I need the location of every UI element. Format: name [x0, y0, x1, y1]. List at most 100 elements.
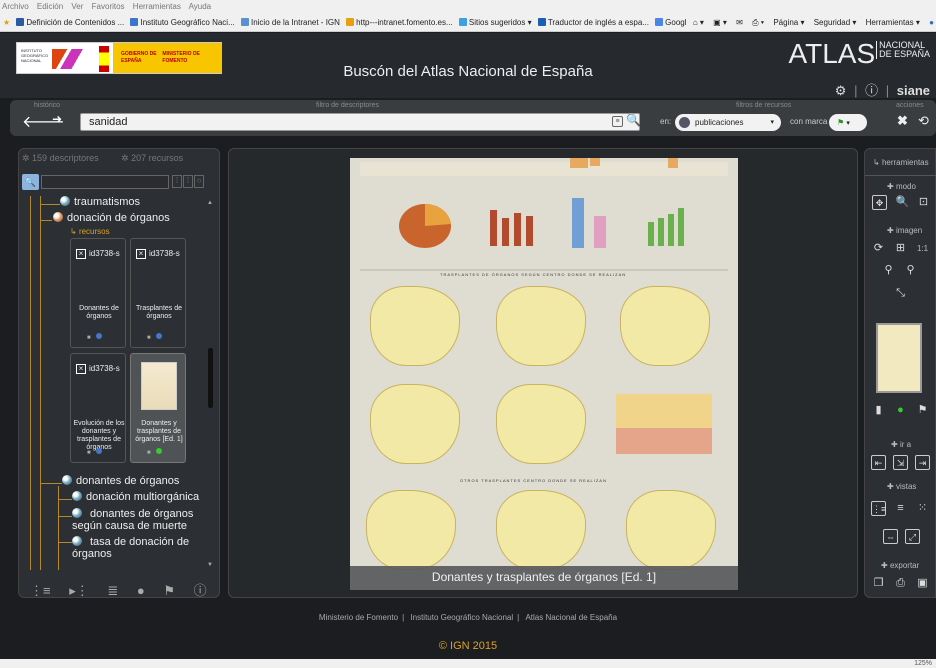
scale-label[interactable]: 1:1 [917, 244, 928, 253]
marca-select[interactable]: ⚑ ▾ [829, 114, 867, 131]
fav-link-5[interactable]: Traductor de inglés a espa... [537, 14, 649, 31]
tree-node-tasa[interactable]: tasa de donación de órganos [72, 536, 202, 560]
reload-icon[interactable]: ⟲ [918, 113, 929, 129]
recursos-link[interactable]: ↳ recursos [70, 227, 110, 236]
goto-last-icon[interactable]: ⇥ [915, 455, 930, 470]
help-icon[interactable]: ● [929, 18, 934, 27]
resource-card[interactable]: × id3738-s Donantes de órganos ■ [70, 238, 126, 348]
info-icon[interactable]: ⓘ [194, 583, 207, 598]
flag-mark-icon[interactable]: ⚑ [915, 403, 930, 418]
tools-menu[interactable]: Herramientas ▾ [866, 18, 920, 27]
feeds-icon[interactable]: ▣ ▾ [713, 18, 727, 27]
menu-archivo[interactable]: Archivo [2, 2, 29, 11]
list-icon[interactable]: ≣ [107, 583, 118, 598]
rotate-icon[interactable]: ⟳ [871, 241, 886, 256]
descriptors-count[interactable]: ✲ 159 descriptores [22, 153, 109, 163]
security-menu[interactable]: Seguridad ▾ [814, 18, 857, 27]
zoom-out-icon[interactable]: ⚲ [881, 263, 896, 278]
chevron-down-icon: ▾ [770, 119, 774, 126]
status-green-icon[interactable]: ● [893, 403, 908, 418]
fav-link-1[interactable]: Instituto Geográfico Naci... [130, 14, 235, 31]
tree-node-traumatismos[interactable]: traumatismos [60, 196, 140, 208]
footer-link-ign[interactable]: Instituto Geográfico Nacional [410, 613, 513, 622]
info-icon[interactable]: ⓘ [865, 83, 878, 98]
menu-herramientas[interactable]: Herramientas [133, 2, 181, 11]
page-menu[interactable]: Página ▾ [773, 18, 804, 27]
list-view-icon[interactable]: ≡ [893, 501, 908, 516]
scroll-down-icon[interactable]: ▼ [207, 562, 213, 568]
tree-collapse-icon[interactable]: ▸⋮ [69, 583, 89, 598]
doc-map [370, 384, 460, 464]
favorites-star-icon[interactable]: ★ [3, 18, 10, 27]
pan-icon[interactable]: ✥ [872, 195, 887, 210]
tree-view-icon[interactable]: ⋮≡ [871, 501, 886, 516]
doc-map [626, 490, 716, 570]
goto-page-icon[interactable]: ⇲ [893, 455, 908, 470]
menu-ver[interactable]: Ver [71, 2, 83, 11]
fit-icon[interactable]: ⊡ [916, 195, 931, 210]
scrollbar-thumb[interactable] [208, 348, 213, 408]
tree-node-multiorganica[interactable]: donación multiorgánica [72, 491, 199, 503]
document-minimap[interactable] [876, 323, 922, 393]
print-icon[interactable]: ⎙ ▾ [752, 18, 764, 27]
search-icon[interactable]: 🔍 [626, 113, 641, 127]
home-icon[interactable]: ⌂ ▾ [693, 18, 704, 27]
fullscreen-icon[interactable]: ⤡ [893, 286, 908, 301]
save-icon[interactable]: ▣ [915, 576, 930, 591]
fav-link-0[interactable]: Definición de Contenidos ... [16, 14, 124, 31]
page-icon[interactable]: ▮ [871, 403, 886, 418]
resource-card[interactable]: × id3738-s Evolución de los donantes y tr… [70, 353, 126, 463]
tree-line [58, 542, 72, 543]
menu-ayuda[interactable]: Ayuda [189, 2, 212, 11]
tree-node-causa-muerte[interactable]: donantes de órganos según causa de muert… [72, 508, 212, 532]
grid-view-icon[interactable]: ⁙ [915, 501, 930, 516]
broken-image-icon: × [136, 249, 146, 259]
footer-link-atlas[interactable]: Atlas Nacional de España [525, 613, 617, 622]
resources-count[interactable]: ✲ 207 recursos [121, 153, 193, 163]
clear-search-icon[interactable]: ≡ [612, 116, 623, 127]
footer-link-fomento[interactable]: Ministerio de Fomento [319, 613, 398, 622]
zoom-tool-icon[interactable]: 🔍 [895, 195, 910, 210]
forward-arrow-icon[interactable]: ➜ [52, 112, 62, 126]
descriptor-open-icon [53, 212, 63, 222]
descriptor-filter-input[interactable] [41, 175, 169, 189]
filter-option-icon[interactable]: ○ [194, 175, 204, 188]
filter-option-icon[interactable]: ⁞ [172, 175, 182, 188]
tree-node-donacion[interactable]: donación de órganos [53, 212, 170, 224]
scope-select[interactable]: publicaciones ▾ [675, 114, 781, 131]
tree-node-donantes[interactable]: donantes de órganos [62, 475, 179, 487]
copy-icon[interactable]: ❐ [871, 576, 886, 591]
resource-card-selected[interactable]: Donantes y trasplantes de órganos [Ed. 1… [130, 353, 186, 463]
fav-link-3[interactable]: http---intranet.fomento.es... [346, 14, 453, 31]
modo-label: ✚ modo [887, 182, 916, 191]
doc-bar [658, 218, 664, 246]
fav-link-4[interactable]: Sitios sugeridos ▾ [458, 14, 532, 31]
document-page[interactable]: TRASPLANTES DE ÓRGANOS SEGÚN CENTRO DOND… [350, 158, 738, 590]
user-name[interactable]: siane [897, 83, 930, 98]
resource-card[interactable]: × id3738-s Trasplantes de órganos ■ [130, 238, 186, 348]
grid-icon[interactable]: ⊞ [893, 241, 908, 256]
expand-icon[interactable]: ⤢ [905, 529, 920, 544]
panel-counts: ✲ 159 descriptores ✲ 207 recursos [22, 153, 203, 164]
zoom-level[interactable]: 125% [914, 660, 932, 667]
menu-edicion[interactable]: Edición [37, 2, 63, 11]
fav-link-2[interactable]: Inicio de la Intranet - IGN [240, 14, 340, 31]
herramientas-header[interactable]: ↳ herramientas [873, 158, 929, 167]
goto-first-icon[interactable]: ⇤ [871, 455, 886, 470]
zoom-in-icon[interactable]: ⚲ [903, 263, 918, 278]
fit-width-icon[interactable]: ⇔ [883, 529, 898, 544]
globe-icon[interactable]: ● [137, 583, 145, 598]
filter-option-icon[interactable]: ⁞ [183, 175, 193, 188]
flag-mark-icon[interactable]: ⚑ [163, 583, 175, 598]
search-input[interactable]: sanidad [80, 113, 640, 131]
clear-all-icon[interactable]: ✖ [897, 113, 908, 129]
menu-favoritos[interactable]: Favoritos [92, 2, 125, 11]
gear-icon[interactable]: ⚙ [835, 83, 847, 98]
filter-search-icon[interactable]: 🔍 [22, 174, 39, 190]
atlas-brand-main: ATLAS [788, 38, 876, 69]
tree-expand-icon[interactable]: ⋮≡ [30, 583, 51, 598]
mail-icon[interactable]: ✉ [736, 18, 743, 27]
back-arrow-icon[interactable]: 🡐 [22, 111, 65, 132]
print-icon[interactable]: ⎙ [893, 576, 908, 591]
scroll-up-icon[interactable]: ▲ [207, 200, 213, 206]
